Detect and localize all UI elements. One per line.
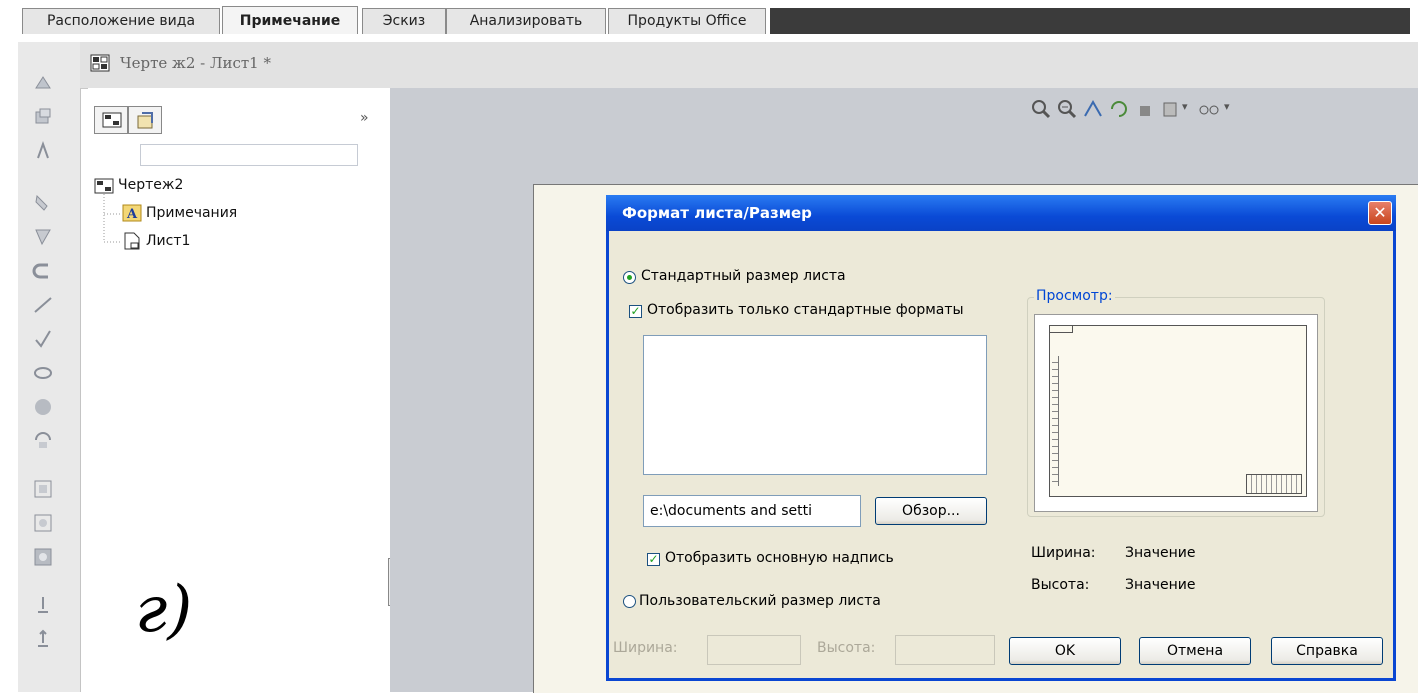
preview-title-block <box>1246 474 1302 494</box>
custom-height-label: Высота: <box>817 640 876 656</box>
preview-sheet-format <box>1049 325 1307 497</box>
dialog-title: Формат листа/Размер <box>622 204 812 222</box>
width-label: Ширина: <box>1031 545 1096 561</box>
preview-side-strip <box>1052 356 1059 486</box>
center-mark-icon[interactable] <box>32 628 54 650</box>
cancel-button[interactable]: Отмена <box>1139 637 1251 665</box>
tab-sketch[interactable]: Эскиз <box>362 8 446 34</box>
geometric-tolerance-icon[interactable] <box>32 430 54 452</box>
handwritten-annotation: г) <box>135 573 193 647</box>
command-manager-tabs: Расположение вида Примечание Эскиз Анали… <box>0 0 1418 34</box>
surface-finish-icon[interactable] <box>32 328 54 350</box>
browse-button[interactable]: Обзор... <box>875 497 987 525</box>
sheet-icon <box>124 232 140 250</box>
tree-root-drawing[interactable]: Чертеж2 <box>118 177 183 193</box>
model-items-icon[interactable] <box>32 106 54 128</box>
weld-symbol-icon[interactable] <box>32 362 54 384</box>
sheet-format-dialog: Формат листа/Размер ✕ Стандартный размер… <box>606 195 1396 681</box>
custom-height-input[interactable] <box>895 635 995 665</box>
preview-paper <box>1034 314 1318 512</box>
height-value: Значение <box>1125 577 1196 593</box>
tab-annotation[interactable]: Примечание <box>222 6 358 34</box>
document-title: Черте ж2 - Лист1 * <box>120 54 271 72</box>
spell-checker-icon[interactable] <box>32 140 54 162</box>
expand-panel-button[interactable]: » <box>360 110 369 126</box>
tree-item-annotations[interactable]: Примечания <box>146 205 237 221</box>
magnetic-line-icon[interactable] <box>32 294 54 316</box>
feature-manager-panel: » Чертеж2 A Примечания Лист1 г) <box>88 88 400 692</box>
close-button[interactable]: ✕ <box>1368 201 1392 225</box>
display-style-dropdown-icon[interactable]: ▾ <box>1182 100 1188 113</box>
help-button[interactable]: Справка <box>1271 637 1383 665</box>
document-title-bar: Черте ж2 - Лист1 * <box>80 42 1418 89</box>
annotations-folder-icon: A <box>122 204 142 222</box>
width-value: Значение <box>1125 545 1196 561</box>
balloon-icon[interactable] <box>32 226 54 248</box>
datum-feature-icon[interactable] <box>32 478 54 500</box>
custom-size-radio[interactable] <box>623 595 636 608</box>
zoom-to-fit-icon[interactable] <box>1030 98 1052 120</box>
only-standard-label[interactable]: Отобразить только стандартные форматы <box>647 302 964 318</box>
standard-size-radio[interactable] <box>623 271 636 284</box>
preview-corner-box <box>1050 326 1073 333</box>
drawing-root-icon <box>94 178 114 194</box>
tree-connector-lines <box>103 194 122 243</box>
show-title-block-checkbox[interactable]: ✓ <box>647 553 660 566</box>
datum-target-icon[interactable] <box>32 512 54 534</box>
feature-manager-tabs: » <box>88 102 390 134</box>
auto-balloon-icon[interactable] <box>32 260 54 282</box>
property-icon <box>137 112 153 129</box>
rotate-view-icon[interactable] <box>1108 98 1130 120</box>
display-style-icon[interactable] <box>1160 98 1182 120</box>
previous-view-icon[interactable] <box>1082 98 1104 120</box>
tree-filter-input[interactable] <box>140 144 358 166</box>
feature-tree-tab[interactable] <box>94 106 128 134</box>
block-icon[interactable] <box>32 546 54 568</box>
only-standard-checkbox[interactable]: ✓ <box>629 305 642 318</box>
drawing-icon <box>90 54 110 72</box>
ok-button[interactable]: OK <box>1009 637 1121 665</box>
zoom-to-area-icon[interactable] <box>1056 98 1078 120</box>
tab-office-products[interactable]: Продукты Office <box>608 8 766 34</box>
tab-view-layout[interactable]: Расположение вида <box>22 8 220 34</box>
hide-show-dropdown-icon[interactable]: ▾ <box>1224 100 1230 113</box>
drawing-tree-icon <box>102 112 122 128</box>
height-label: Высота: <box>1031 577 1090 593</box>
annotation-toolbar <box>18 42 81 692</box>
smart-dimension-icon[interactable] <box>32 72 54 94</box>
preview-legend: Просмотр: <box>1034 288 1115 304</box>
sheet-format-path-input[interactable]: e:\documents and setti <box>643 495 861 527</box>
hole-callout-icon[interactable] <box>32 396 54 418</box>
hide-show-items-icon[interactable] <box>1196 98 1226 120</box>
standard-size-label[interactable]: Стандартный размер листа <box>641 268 846 284</box>
pan-icon[interactable] <box>1134 98 1156 120</box>
tab-analyze[interactable]: Анализировать <box>446 8 606 34</box>
property-manager-tab[interactable] <box>128 106 162 134</box>
tabbar-background <box>770 8 1410 34</box>
cosmetic-thread-icon[interactable] <box>32 594 54 616</box>
note-icon[interactable] <box>32 192 54 214</box>
preview-group: Просмотр: <box>1027 288 1325 517</box>
custom-size-label[interactable]: Пользовательский размер листа <box>639 593 881 609</box>
custom-width-input[interactable] <box>707 635 801 665</box>
custom-width-label: Ширина: <box>613 640 678 656</box>
svg-text:A: A <box>126 207 138 222</box>
tree-item-sheet1[interactable]: Лист1 <box>146 233 190 249</box>
show-title-block-label[interactable]: Отобразить основную надпись <box>665 550 894 566</box>
dialog-title-bar[interactable]: Формат листа/Размер ✕ <box>606 195 1396 231</box>
sheet-size-list[interactable] <box>643 335 987 475</box>
